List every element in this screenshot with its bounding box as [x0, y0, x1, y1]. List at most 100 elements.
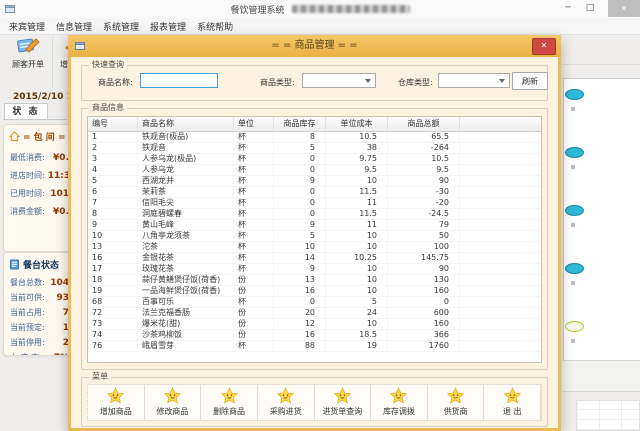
seat-icon[interactable]	[565, 263, 584, 274]
menu-button-采购进货[interactable]: 采购进货	[258, 385, 315, 420]
seat-marker	[571, 165, 575, 169]
menu-button-库存调拨[interactable]: 库存调拨	[371, 385, 428, 420]
table-row[interactable]: 6茉莉茶杯011.5-30	[88, 187, 541, 198]
table-cell-filler	[460, 187, 541, 197]
table-row[interactable]: 4人参乌龙杯09.59.5	[88, 165, 541, 176]
table-cell: 65.5	[388, 132, 460, 142]
table-row[interactable]: 9黄山毛峰杯91179	[88, 220, 541, 231]
field-value: 7%	[54, 353, 69, 356]
table-row[interactable]: 1铁观音(极品)杯810.565.5	[88, 132, 541, 143]
table-cell: 杯	[234, 209, 274, 219]
table-row[interactable]: 74沙茶鸡柳饭份1618.5366	[88, 330, 541, 341]
table-row[interactable]: 73爆米花(甜)份1210160	[88, 319, 541, 330]
table-row[interactable]: 18蒜仔黄鳝煲仔饭(荷香)份1310130	[88, 275, 541, 286]
field-value: 11:3	[48, 171, 70, 181]
table-row[interactable]: 68百事可乐杯050	[88, 297, 541, 308]
seat-icon[interactable]	[565, 321, 584, 332]
menubar-item-信息管理[interactable]: 信息管理	[56, 20, 92, 33]
menubar-item-系统帮助[interactable]: 系统帮助	[197, 20, 233, 33]
table-cell: 16	[274, 286, 326, 296]
table-row[interactable]: 19一品海鲜煲仔饭(荷香)份1610160	[88, 286, 541, 297]
invoice-icon	[15, 33, 41, 57]
table-cell: 杯	[234, 231, 274, 241]
dialog-titlebar[interactable]: = = 商品管理 = = ✕	[68, 35, 561, 57]
column-header[interactable]: 单位	[234, 117, 274, 131]
table-cell: 10	[274, 242, 326, 252]
menu-button-修改商品[interactable]: 修改商品	[145, 385, 202, 420]
table-cell: 洞庭碧螺春	[138, 209, 234, 219]
table-cell: 73	[88, 319, 138, 329]
table-cell: 9	[88, 220, 138, 230]
column-header[interactable]: 商品名称	[138, 117, 234, 131]
table-cell: 茉莉茶	[138, 187, 234, 197]
table-row[interactable]: 5西湖龙井杯91090	[88, 176, 541, 187]
table-cell: -20	[388, 198, 460, 208]
table-cell: 145.75	[388, 253, 460, 263]
field-label: 当前可供:	[10, 292, 45, 303]
seat-icon[interactable]	[565, 89, 584, 100]
window-close-button[interactable]: ✕	[608, 0, 640, 17]
dialog-close-button[interactable]: ✕	[532, 38, 556, 55]
menu-button-增加商品[interactable]: 增加商品	[88, 385, 145, 420]
table-row[interactable]: 3人参乌龙(极品)杯09.7510.5	[88, 154, 541, 165]
table-row[interactable]: 16金银花茶杯1410.25145.75	[88, 253, 541, 264]
table-row[interactable]: 10八角亭龙须茶杯51050	[88, 231, 541, 242]
column-header[interactable]: 编号	[88, 117, 138, 131]
chevron-down-icon	[365, 79, 371, 83]
table-row[interactable]: 76峨眉雪芽杯88191760	[88, 341, 541, 352]
table-row[interactable]: 7信阳毛尖杯011-20	[88, 198, 541, 209]
table-cell: 160	[388, 319, 460, 329]
table-cell: 金银花茶	[138, 253, 234, 263]
refresh-button[interactable]: 刷新	[512, 72, 548, 90]
menu-button-label: 增加商品	[100, 406, 132, 417]
table-row[interactable]: 72法兰克福香肠份2024600	[88, 308, 541, 319]
warehouse-type-select[interactable]	[438, 73, 510, 88]
maximize-button[interactable]: □	[580, 0, 600, 17]
minimize-button[interactable]: ─	[558, 0, 578, 17]
column-header[interactable]: 商品库存	[274, 117, 326, 131]
table-cell-filler	[460, 297, 541, 307]
menubar-item-来宾管理[interactable]: 来宾管理	[9, 20, 45, 33]
seat-icon[interactable]	[565, 205, 584, 216]
column-header[interactable]: 商品总额	[388, 117, 460, 131]
table-cell: 0	[274, 165, 326, 175]
menubar-item-报表管理[interactable]: 报表管理	[150, 20, 186, 33]
table-cell: 杯	[234, 264, 274, 274]
product-name-input[interactable]	[140, 73, 218, 88]
table-row[interactable]: 13沱茶杯1010100	[88, 242, 541, 253]
tab-status[interactable]: 状 态	[4, 103, 48, 120]
field-value: ¥0.	[53, 153, 69, 163]
table-status-panel: 餐台状态 餐台总数:104当前可供:93当前占用:7当前预定:1当前停用:2上 …	[3, 252, 77, 356]
toolbar-customer-order-button[interactable]: 顾客开单	[6, 33, 50, 70]
star-icon	[220, 387, 239, 405]
table-cell-filler	[460, 220, 541, 230]
table-cell-filler	[460, 275, 541, 285]
table-cell: 一品海鲜煲仔饭(荷香)	[138, 286, 234, 296]
table-cell: 9.75	[326, 154, 388, 164]
menu-button-删除商品[interactable]: 删除商品	[201, 385, 258, 420]
menu-button-进货单查询[interactable]: 进货单查询	[315, 385, 372, 420]
field-value: ¥0.	[53, 207, 69, 217]
table-row[interactable]: 8洞庭碧螺春杯011.5-24.5	[88, 209, 541, 220]
table-status-fields: 餐台总数:104当前可供:93当前占用:7当前预定:1当前停用:2上 座 率:7…	[4, 277, 76, 356]
column-header[interactable]: 单位成本	[326, 117, 388, 131]
menu-button-退 出[interactable]: 退 出	[484, 385, 541, 420]
table-row[interactable]: 17玫瑰花茶杯91090	[88, 264, 541, 275]
field-label: 进店时间:	[10, 170, 45, 181]
menu-button-供货商[interactable]: 供货商	[428, 385, 485, 420]
table-cell-filler	[460, 264, 541, 274]
status-field: 进店时间:11:3	[4, 170, 76, 181]
dialog-title: = = 商品管理 = =	[68, 35, 561, 57]
table-cell: 0	[274, 154, 326, 164]
product-type-select[interactable]	[302, 73, 376, 88]
table-cell-filler	[460, 176, 541, 186]
table-cell: 份	[234, 319, 274, 329]
table-cell: 17	[88, 264, 138, 274]
table-row[interactable]: 2铁观音杯538-264	[88, 143, 541, 154]
field-label: 消费金额:	[10, 206, 45, 217]
menubar-item-系统管理[interactable]: 系统管理	[103, 20, 139, 33]
menu-button-label: 删除商品	[213, 406, 245, 417]
star-icon	[106, 387, 125, 405]
table-cell: 160	[388, 286, 460, 296]
seat-icon[interactable]	[565, 147, 584, 158]
